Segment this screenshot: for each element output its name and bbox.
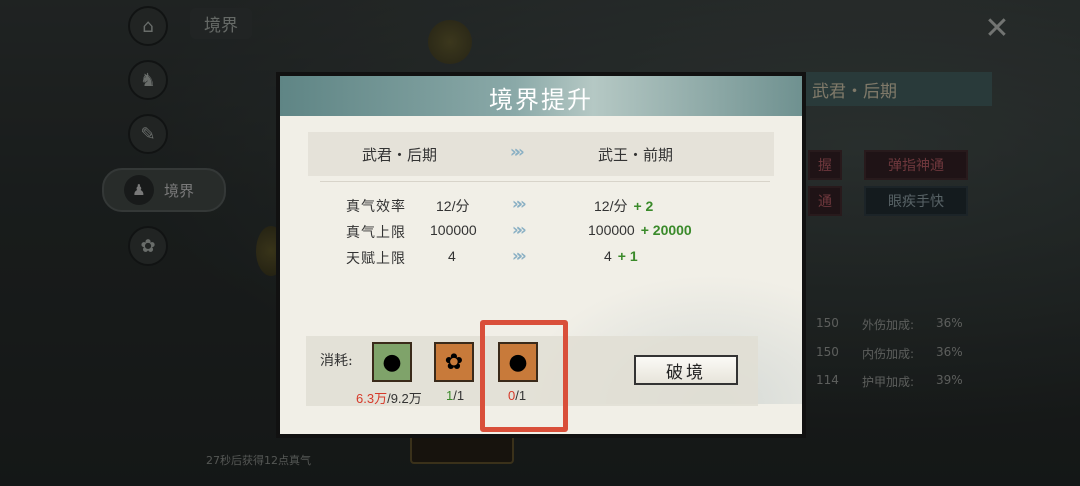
break-realm-button[interactable]: 破境 bbox=[634, 355, 738, 385]
stat-label: 天赋上限 bbox=[346, 251, 406, 267]
highlight-box bbox=[480, 320, 568, 432]
stat-next: 12/分 + 2 bbox=[594, 198, 654, 214]
arrow-icon: »» bbox=[512, 220, 526, 239]
divider bbox=[320, 181, 770, 182]
stat-current: 100000 bbox=[430, 222, 477, 238]
stat-current: 4 bbox=[448, 248, 456, 264]
stat-next: 100000 + 20000 bbox=[588, 222, 692, 238]
cost-label: 消耗: bbox=[320, 353, 353, 369]
stat-next: 4 + 1 bbox=[604, 248, 638, 264]
item-count: 1/1 bbox=[446, 388, 465, 403]
current-level: 武君・后期 bbox=[362, 146, 438, 164]
orb-icon[interactable]: ● bbox=[372, 342, 412, 382]
arrow-icon: »» bbox=[512, 246, 526, 265]
arrow-icon: »» bbox=[512, 194, 526, 213]
stat-current: 12/分 bbox=[436, 198, 470, 214]
stat-plus: + 1 bbox=[617, 248, 638, 264]
stat-plus: + 20000 bbox=[640, 222, 692, 238]
next-level: 武王・前期 bbox=[598, 146, 674, 164]
stat-label: 真气效率 bbox=[346, 199, 406, 215]
dialog-title: 境界提升 bbox=[489, 86, 593, 114]
arrow-icon: »» bbox=[510, 142, 524, 161]
stat-plus: + 2 bbox=[633, 198, 654, 214]
flower-icon[interactable]: ✿ bbox=[434, 342, 474, 382]
stat-label: 真气上限 bbox=[346, 225, 406, 241]
item-count: 6.3万/9.2万 bbox=[356, 391, 422, 406]
